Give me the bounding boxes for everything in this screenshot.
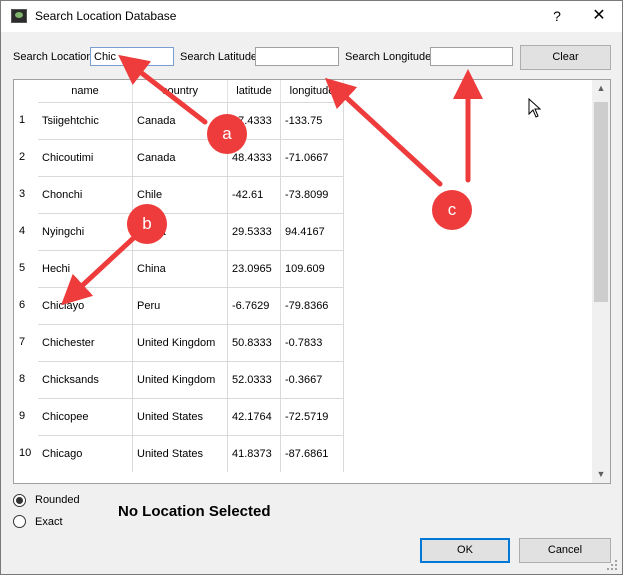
- badge-c-label: c: [447, 200, 457, 219]
- arrow-a: [118, 54, 208, 125]
- annotation-overlay: [60, 54, 483, 306]
- badge-a-label: a: [222, 124, 232, 143]
- badge-b-label: b: [142, 214, 152, 233]
- arrow-c-left: [324, 77, 443, 187]
